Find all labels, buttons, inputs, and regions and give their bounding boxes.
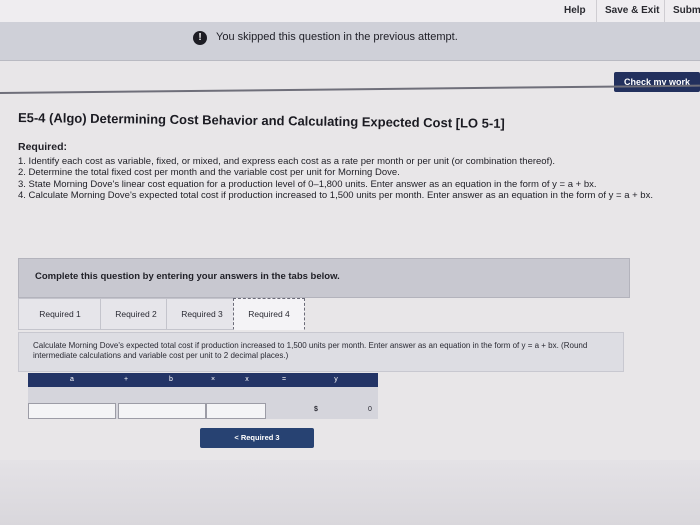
header-times: × xyxy=(210,376,216,383)
top-toolbar: Help Save & Exit Subm xyxy=(0,0,700,22)
tab-required-3[interactable]: Required 3 xyxy=(166,298,238,330)
equation-row: $ 0 xyxy=(28,387,378,419)
header-equals: = xyxy=(281,376,287,383)
x-input[interactable] xyxy=(206,403,266,419)
banner-message: You skipped this question in the previou… xyxy=(216,31,458,43)
page-background-bottom xyxy=(0,460,700,525)
divider xyxy=(0,84,700,94)
header-b: b xyxy=(169,376,173,383)
help-button[interactable]: Help xyxy=(556,0,594,22)
cost-equation-table: a + b × x = y $ 0 xyxy=(28,373,378,421)
check-my-work-button[interactable]: Check my work xyxy=(614,72,700,92)
requirements: Required: 1. Identify each cost as varia… xyxy=(18,141,688,202)
header-y: y xyxy=(334,376,338,383)
tab-required-2[interactable]: Required 2 xyxy=(100,298,172,330)
header-plus: + xyxy=(123,376,129,383)
alert-icon: ! xyxy=(193,31,207,45)
skipped-banner: ! You skipped this question in the previ… xyxy=(0,22,700,61)
tab-required-4[interactable]: Required 4 xyxy=(233,298,305,330)
header-x: x xyxy=(245,376,249,383)
previous-tab-button[interactable]: < Required 3 xyxy=(200,428,314,448)
question-title: E5-4 (Algo) Determining Cost Behavior an… xyxy=(17,110,505,131)
submit-button[interactable]: Subm xyxy=(664,0,700,22)
y-value: 0 xyxy=(368,406,372,413)
requirement-3: 3. State Morning Dove's linear cost equa… xyxy=(18,178,597,190)
currency-symbol: $ xyxy=(314,406,318,413)
b-input[interactable] xyxy=(118,403,206,419)
tab-instructions: Calculate Morning Dove's expected total … xyxy=(33,341,588,360)
save-exit-button[interactable]: Save & Exit xyxy=(596,0,667,22)
complete-instructions-box: Complete this question by entering your … xyxy=(18,258,630,298)
tab-required-1[interactable]: Required 1 xyxy=(18,298,102,330)
equation-header: a + b × x = y xyxy=(28,373,378,387)
header-a: a xyxy=(70,376,74,383)
requirements-heading: Required: xyxy=(18,141,68,153)
requirement-4: 4. Calculate Morning Dove's expected tot… xyxy=(18,190,653,201)
complete-instructions: Complete this question by entering your … xyxy=(35,271,340,282)
requirement-1: 1. Identify each cost as variable, fixed… xyxy=(18,155,556,167)
requirement-2: 2. Determine the total fixed cost per mo… xyxy=(18,167,400,178)
tab-instructions-box: Calculate Morning Dove's expected total … xyxy=(18,332,624,372)
requirement-tabs: Required 1 Required 2 Required 3 Require… xyxy=(18,298,618,330)
a-input[interactable] xyxy=(28,403,116,419)
